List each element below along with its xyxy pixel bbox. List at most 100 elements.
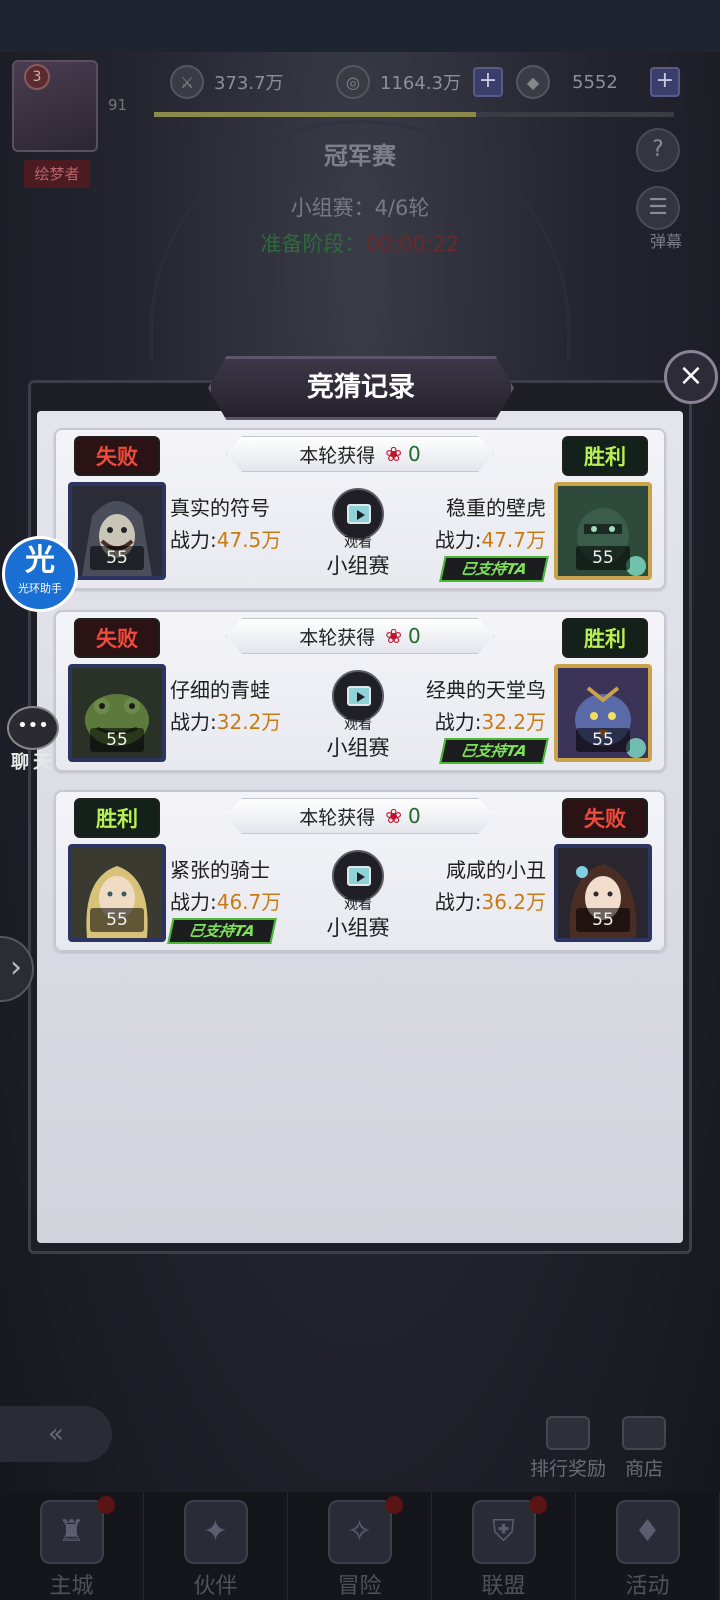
gold-resource: ◎ 1164.3万 + (336, 62, 503, 102)
nav-adventure[interactable]: ✧ 冒险 (288, 1492, 432, 1600)
power-label: 战力: (170, 528, 217, 552)
supported-badge: 已支持TA (439, 738, 549, 764)
nav-partners[interactable]: ✦ 伙伴 (144, 1492, 288, 1600)
nav-label: 联盟 (481, 1574, 526, 1599)
trophy-icon (546, 1416, 590, 1450)
reward-pill: 本轮获得 ❀ 0 (226, 618, 494, 654)
nav-label: 活动 (625, 1574, 670, 1599)
danmaku-label: 弹幕 (650, 232, 683, 251)
player-name: 咸咸的小丑 (446, 858, 546, 882)
player-power: 战力:32.2万 (170, 706, 281, 735)
notification-dot (385, 1496, 403, 1514)
portrait-level: 55 (90, 728, 144, 752)
player-power: 战力:47.7万 (435, 524, 546, 553)
danmaku-icon[interactable]: ☰ (636, 186, 680, 230)
cards-icon: ♦ (615, 1500, 680, 1564)
rose-icon: ❀ (385, 442, 403, 466)
gold-value: 1164.3万 (380, 73, 461, 94)
player-name: 稳重的壁虎 (446, 496, 546, 520)
stage-title: 冠军赛 (324, 141, 396, 170)
chat-label: 聊天 (11, 752, 55, 773)
exp-bar-fill (154, 112, 477, 117)
power-value: 32.2万 (481, 710, 546, 734)
player-portrait[interactable]: 55 (68, 482, 166, 580)
player-portrait[interactable]: 55 (554, 482, 652, 580)
chat-button[interactable]: ••• 聊天 (2, 706, 64, 776)
reward-label: 本轮获得 (299, 444, 376, 467)
player-name: 紧张的骑士 (170, 858, 270, 882)
supported-badge: 已支持TA (439, 556, 549, 582)
shop-button[interactable]: 商店 (622, 1416, 666, 1481)
helper-glyph: 光 (25, 543, 55, 578)
watch-label: 观看 (344, 535, 372, 551)
nav-alliance[interactable]: ⛨ 联盟 (432, 1492, 576, 1600)
diamond-icon: ◆ (516, 65, 550, 99)
notification-dot (529, 1496, 547, 1514)
nav-label: 伙伴 (193, 1574, 238, 1599)
power-value: 32.2万 (216, 710, 282, 734)
portrait-level: 55 (576, 546, 630, 570)
reward-count: 0 (408, 624, 421, 648)
back-button[interactable]: « (0, 1406, 112, 1462)
shield-icon: ⛨ (471, 1500, 536, 1564)
shop-label: 商店 (624, 1458, 663, 1480)
ranking-rewards-button[interactable]: 排行奖励 (530, 1416, 606, 1481)
player-portrait[interactable]: 55 (68, 844, 166, 942)
result-badge-lose: 失败 (562, 798, 648, 838)
bet-record-card: 失败 本轮获得 ❀ 0 胜利 55 真实的符号 战力:47.5万 观看 小组赛 … (54, 428, 666, 590)
nav-main-city[interactable]: ♜ 主城 (0, 1492, 144, 1600)
match-type: 小组赛 (326, 554, 390, 578)
nav-label: 冒险 (337, 1574, 382, 1599)
exp-bar (154, 112, 674, 117)
player-portrait[interactable]: 55 (554, 844, 652, 942)
player-power: 战力:46.7万 (170, 886, 281, 915)
player-rank-badge: 3 (24, 64, 50, 90)
helper-assistant-button[interactable]: 光 光环助手 (2, 536, 78, 612)
watch-replay-button[interactable]: 观看 (326, 850, 390, 914)
watch-replay-button[interactable]: 观看 (326, 488, 390, 552)
stage-round: 小组赛：4/6轮 (290, 196, 430, 220)
player-portrait[interactable]: 55 (554, 664, 652, 762)
diamond-value: 5552 (572, 71, 618, 93)
power-value: 47.5万 (216, 528, 282, 552)
player-portrait[interactable]: 55 (68, 664, 166, 762)
player-name: 经典的天堂鸟 (426, 678, 546, 702)
compass-icon: ✧ (327, 1500, 392, 1564)
reward-label: 本轮获得 (299, 626, 376, 649)
notification-dot (97, 1496, 115, 1514)
power-value: 46.7万 (216, 890, 282, 914)
result-badge-win: 胜利 (74, 798, 160, 838)
portrait-level: 55 (90, 546, 144, 570)
player-name: 仔细的青蛙 (170, 678, 270, 702)
watch-label: 观看 (344, 897, 372, 913)
add-gold-button[interactable]: + (472, 67, 503, 97)
power-label: 战力: (170, 890, 217, 914)
help-icon[interactable]: ? (636, 128, 680, 172)
add-diamond-button[interactable]: + (649, 67, 680, 97)
castle-icon: ♜ (39, 1500, 104, 1564)
player-avatar[interactable]: 3 (12, 60, 98, 152)
phase-label: 准备阶段： (260, 232, 366, 256)
close-button[interactable]: × (664, 350, 718, 404)
nav-events[interactable]: ♦ 活动 (576, 1492, 720, 1600)
sword-icon: ⚔ (170, 65, 204, 99)
rose-icon: ❀ (385, 804, 403, 828)
power-label: 战力: (170, 710, 217, 734)
match-type: 小组赛 (326, 916, 390, 940)
watch-label: 观看 (344, 717, 372, 733)
modal-title: 竞猜记录 (208, 356, 514, 420)
partner-icon: ✦ (183, 1500, 248, 1564)
power-resource: ⚔ 373.7万 (170, 62, 284, 102)
bottom-nav: ♜ 主城 ✦ 伙伴 ✧ 冒险 ⛨ 联盟 ♦ 活动 (0, 1492, 720, 1600)
power-value: 373.7万 (214, 73, 284, 94)
watch-replay-button[interactable]: 观看 (326, 670, 390, 734)
reward-pill: 本轮获得 ❀ 0 (226, 436, 494, 472)
power-value: 47.7万 (481, 528, 546, 552)
reward-pill: 本轮获得 ❀ 0 (226, 798, 494, 834)
bet-record-card: 胜利 本轮获得 ❀ 0 失败 55 紧张的骑士 战力:46.7万 已支持TA 观… (54, 790, 666, 952)
rose-icon: ❀ (385, 624, 403, 648)
shop-icon (622, 1416, 666, 1450)
reward-count: 0 (408, 442, 421, 466)
match-type: 小组赛 (326, 736, 390, 760)
phase-timer: 00:00:22 (365, 232, 460, 256)
